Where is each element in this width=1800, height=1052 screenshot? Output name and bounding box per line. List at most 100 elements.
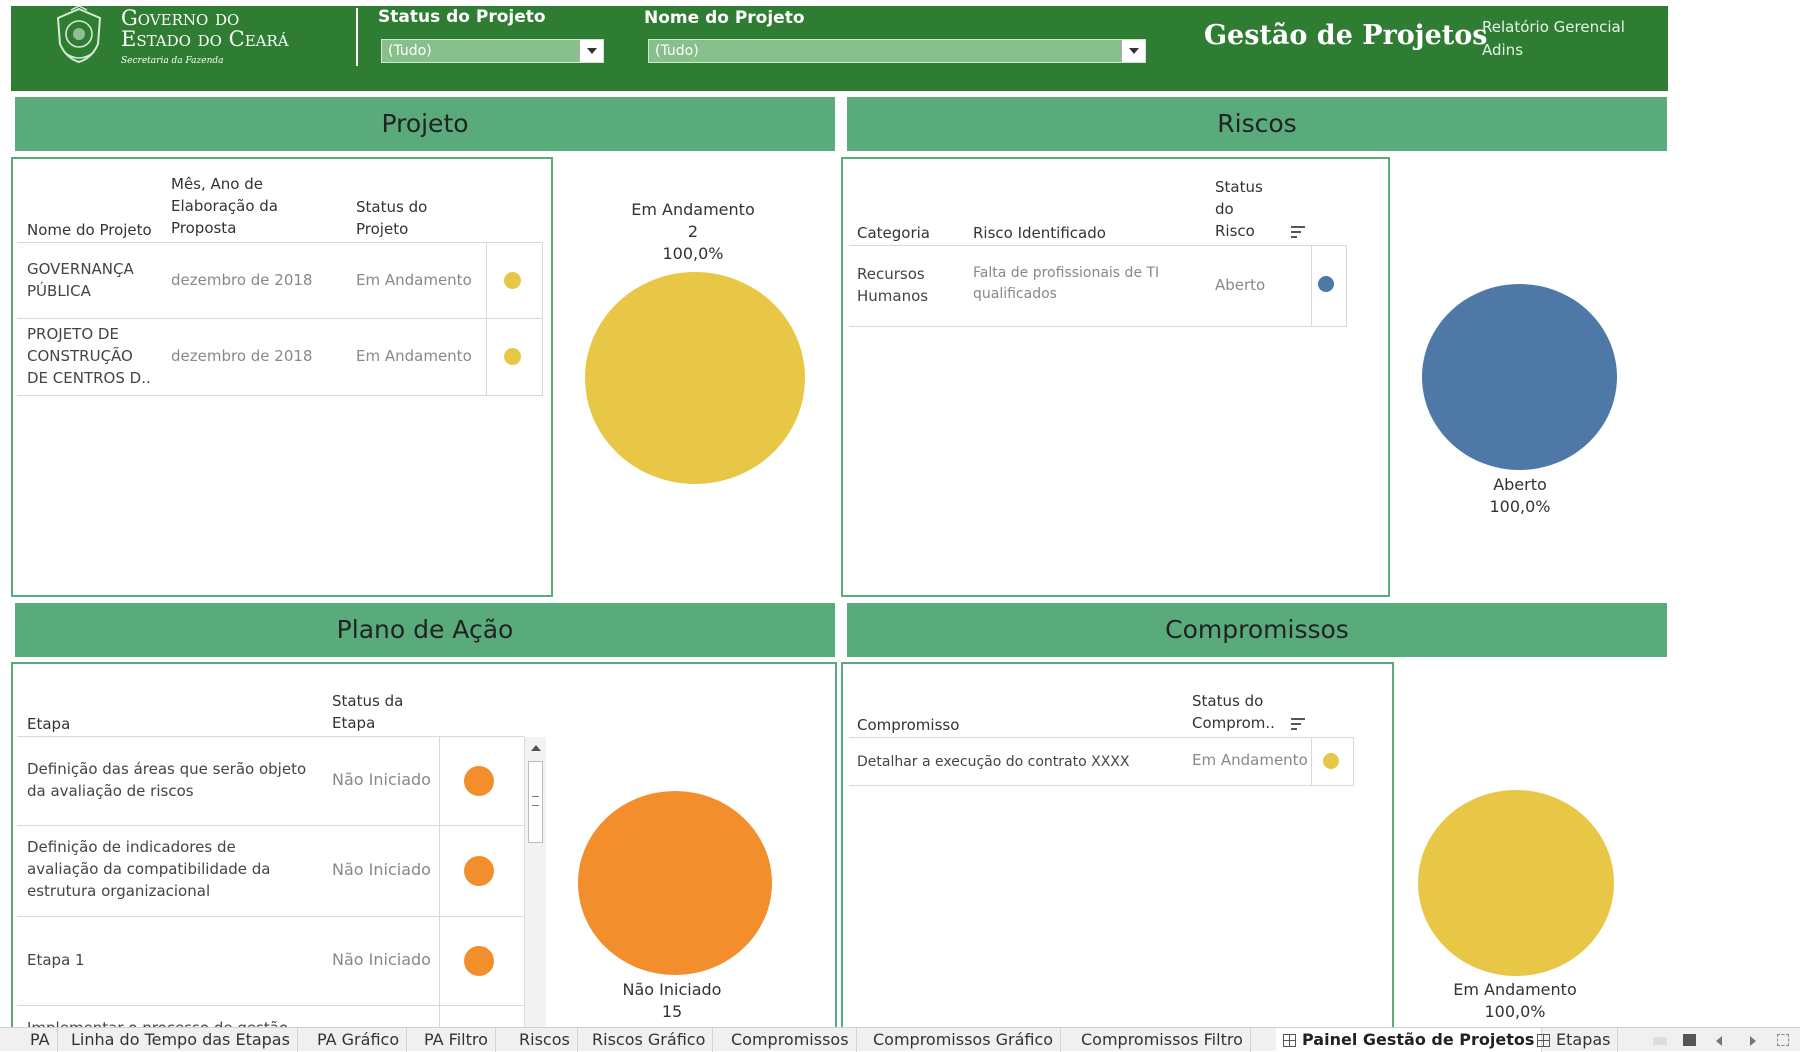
org-title-line2: Estado do Ceará <box>121 27 289 51</box>
tab-view-icon[interactable] <box>1683 1034 1696 1046</box>
compromissos-chart-status: Em Andamento <box>1453 980 1577 999</box>
step-name-line2: avaliação da compatibilidade da <box>27 860 271 878</box>
step-name: Etapa 1 <box>27 951 85 969</box>
col-header-step-status-line2: Etapa <box>332 714 376 732</box>
col-header-project-status: Status do Projeto <box>356 196 427 240</box>
table-row[interactable]: PROJETO DE CONSTRUÇÃO DE CENTROS D.. dez… <box>17 319 543 395</box>
org-title: Governo do Estado do Ceará <box>121 8 289 50</box>
step-name-line1: Definição de indicadores de <box>27 838 236 856</box>
scrollbar-thumb[interactable] <box>528 761 543 843</box>
col-header-project-status-line1: Status do <box>356 198 428 216</box>
org-title-line1: Governo do <box>121 6 240 30</box>
chevron-down-icon[interactable] <box>579 40 603 62</box>
tab-pa-grafico[interactable]: PA Gráfico <box>310 1028 408 1052</box>
project-status: Em Andamento <box>356 271 472 289</box>
compromissos-status-pie[interactable] <box>1418 790 1614 976</box>
table-row[interactable]: Implementar o processo de gestão <box>17 1006 524 1027</box>
project-name-line1: PROJETO DE <box>27 325 119 343</box>
table-row[interactable]: Definição de indicadores de avaliação da… <box>17 826 524 916</box>
status-dot <box>464 856 494 886</box>
riscos-chart-percent: 100,0% <box>1489 497 1551 516</box>
status-dot <box>464 946 494 976</box>
tab-pa[interactable]: PA <box>23 1028 58 1052</box>
tab-pa-filtro[interactable]: PA Filtro <box>417 1028 496 1052</box>
project-name: GOVERNANÇA PÚBLICA <box>27 258 134 302</box>
section-header-projeto: Projeto <box>15 97 835 151</box>
status-dot <box>464 766 494 796</box>
riscos-chart-label: Aberto 100,0% <box>1420 474 1620 518</box>
chevron-down-icon[interactable] <box>1121 40 1145 62</box>
step-name-line3: estrutura organizacional <box>27 882 211 900</box>
dashboard-grid-icon <box>1537 1034 1550 1047</box>
col-header-risk-status: Status do Risco <box>1215 176 1263 242</box>
col-header-project-name: Nome do Projeto <box>27 221 152 239</box>
col-header-risk-status-line2: do <box>1215 200 1234 218</box>
project-name-line2: PÚBLICA <box>27 282 91 300</box>
project-name: PROJETO DE CONSTRUÇÃO DE CENTROS D.. <box>27 323 151 389</box>
tab-compromissos-filtro[interactable]: Compromissos Filtro <box>1074 1028 1251 1052</box>
col-header-risk-status-line3: Risco <box>1215 222 1255 240</box>
plano-status-pie[interactable] <box>578 791 772 975</box>
riscos-chart-status: Aberto <box>1493 475 1547 494</box>
table-row[interactable]: Detalhar a execução do contrato XXXX Em … <box>849 738 1354 785</box>
identified-risk-line2: qualificados <box>973 286 1057 302</box>
riscos-status-pie[interactable] <box>1422 284 1617 470</box>
org-subtitle: Secretaria da Fazenda <box>121 56 224 66</box>
status-dot <box>1318 276 1334 292</box>
risk-category-line2: Humanos <box>857 287 929 305</box>
col-header-proposal-date-line1: Mês, Ano de <box>171 175 263 193</box>
tab-riscos[interactable]: Riscos <box>512 1028 578 1052</box>
next-sheet-icon[interactable] <box>1750 1036 1756 1046</box>
scroll-up-arrow-icon[interactable] <box>531 745 541 751</box>
sort-icon[interactable] <box>1291 718 1305 730</box>
table-row[interactable]: Definição das áreas que serão objeto da … <box>17 737 524 825</box>
col-header-step-status: Status da Etapa <box>332 690 403 734</box>
risk-category-line1: Recursos <box>857 265 925 283</box>
projeto-chart-percent: 100,0% <box>662 244 724 263</box>
identified-risk: Falta de profissionais de TI qualificado… <box>973 263 1159 305</box>
step-name-line1: Definição das áreas que serão objeto <box>27 760 307 778</box>
sort-icon[interactable] <box>1291 226 1305 238</box>
table-row[interactable]: Etapa 1 Não Iniciado <box>17 917 524 1005</box>
report-subtitle-line2: Adins <box>1482 41 1524 59</box>
fullscreen-icon[interactable] <box>1777 1034 1789 1046</box>
tab-compromissos-grafico[interactable]: Compromissos Gráfico <box>866 1028 1062 1052</box>
step-name: Definição de indicadores de avaliação da… <box>27 836 270 902</box>
plano-table-scrollbar[interactable] <box>524 737 546 1027</box>
tab-compromissos[interactable]: Compromissos <box>724 1028 857 1052</box>
col-header-commitment-status-line1: Status do <box>1192 692 1264 710</box>
status-filter-dropdown[interactable]: (Tudo) <box>381 39 604 63</box>
proposal-date: dezembro de 2018 <box>171 347 313 365</box>
plano-chart-count: 15 <box>661 1002 683 1021</box>
sheet-tab-bar: PA Linha do Tempo das Etapas PA Gráfico … <box>0 1027 1800 1052</box>
step-name-line2: da avaliação de riscos <box>27 782 194 800</box>
step-name: Implementar o processo de gestão <box>27 1017 288 1027</box>
projeto-status-pie[interactable] <box>585 272 805 484</box>
name-filter-value: (Tudo) <box>655 43 699 59</box>
projeto-chart-status: Em Andamento <box>631 200 755 219</box>
project-status: Em Andamento <box>356 347 472 365</box>
app-title: Gestão de Projetos <box>1204 20 1488 51</box>
col-header-step: Etapa <box>27 715 71 733</box>
tab-linha-do-tempo-das-etapas[interactable]: Linha do Tempo das Etapas <box>64 1028 298 1052</box>
col-header-proposal-date-line3: Proposta <box>171 219 237 237</box>
col-header-project-status-line2: Projeto <box>356 220 409 238</box>
name-filter-label: Nome do Projeto <box>644 8 805 28</box>
status-filter-label: Status do Projeto <box>378 7 546 27</box>
col-header-commitment: Compromisso <box>857 716 960 734</box>
previous-sheet-icon[interactable] <box>1716 1036 1722 1046</box>
table-row[interactable]: Recursos Humanos Falta de profissionais … <box>849 246 1347 326</box>
tab-etapas-label: Etapas <box>1556 1030 1611 1049</box>
table-row[interactable]: GOVERNANÇA PÚBLICA dezembro de 2018 Em A… <box>17 243 543 318</box>
col-header-step-status-line1: Status da <box>332 692 404 710</box>
status-filter-value: (Tudo) <box>388 43 432 59</box>
tab-painel-gestao-de-projetos[interactable]: Painel Gestão de Projetos <box>1276 1028 1543 1052</box>
name-filter-dropdown[interactable]: (Tudo) <box>648 39 1146 63</box>
project-name-line3: DE CENTROS D.. <box>27 369 151 387</box>
tab-riscos-grafico[interactable]: Riscos Gráfico <box>585 1028 714 1052</box>
status-dot <box>504 348 521 365</box>
step-status: Não Iniciado <box>332 770 431 789</box>
tab-etapas[interactable]: Etapas <box>1530 1028 1619 1052</box>
filmstrip-view-icon[interactable] <box>1653 1037 1667 1045</box>
col-header-commitment-status: Status do Comprom.. <box>1192 690 1275 734</box>
